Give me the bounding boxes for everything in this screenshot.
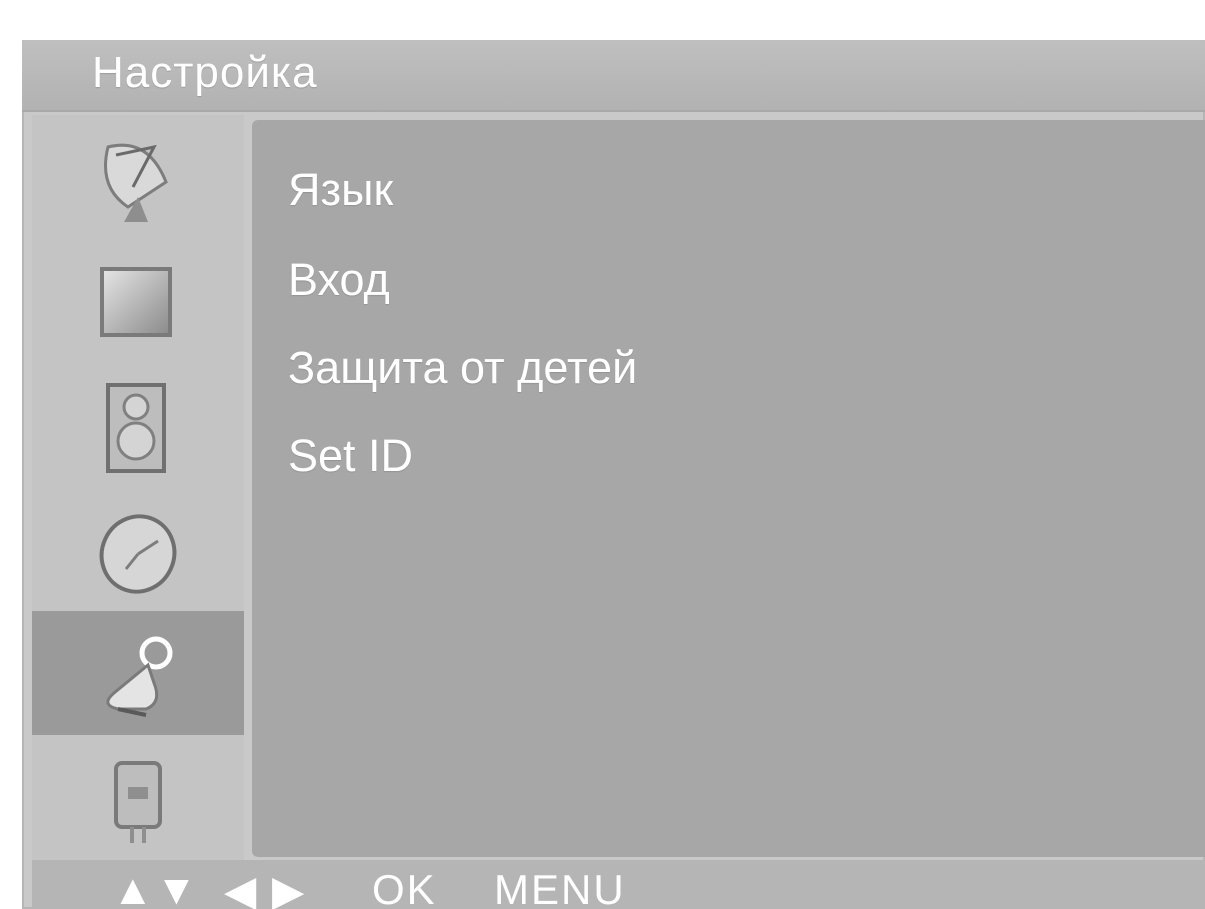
- menu-hint: MENU: [494, 866, 626, 909]
- speaker-icon: [106, 383, 166, 473]
- sidebar-item-channel[interactable]: [32, 115, 244, 239]
- sidebar-item-audio[interactable]: [32, 363, 244, 487]
- menu-panel: Язык Вход Защита от детей Set ID: [252, 120, 1205, 857]
- wrench-icon: [106, 636, 173, 717]
- sidebar-item-input[interactable]: [32, 735, 244, 859]
- menu-item-set-id[interactable]: Set ID: [288, 430, 413, 482]
- clock-icon: [99, 514, 177, 594]
- picture-icon: [100, 267, 172, 337]
- input-plug-icon: [114, 761, 162, 843]
- menu-item-language[interactable]: Язык: [288, 164, 393, 216]
- sidebar-item-setup[interactable]: [32, 611, 244, 735]
- sidebar-item-picture[interactable]: [32, 239, 244, 363]
- leftright-arrows-icon: ◀ ▶: [224, 867, 307, 909]
- sidebar-item-time[interactable]: [32, 487, 244, 611]
- satellite-dish-icon: [104, 143, 168, 222]
- title-bar: Настройка: [22, 40, 1205, 112]
- page-title: Настройка: [92, 48, 318, 97]
- menu-item-input[interactable]: Вход: [288, 254, 390, 306]
- updown-arrows-icon: ▲▼: [112, 866, 200, 909]
- footer-hints: ▲▼ ◀ ▶ OK MENU: [32, 860, 1205, 909]
- sidebar: [32, 115, 244, 860]
- ok-hint: OK: [372, 866, 437, 909]
- menu-item-child-lock[interactable]: Защита от детей: [288, 342, 637, 394]
